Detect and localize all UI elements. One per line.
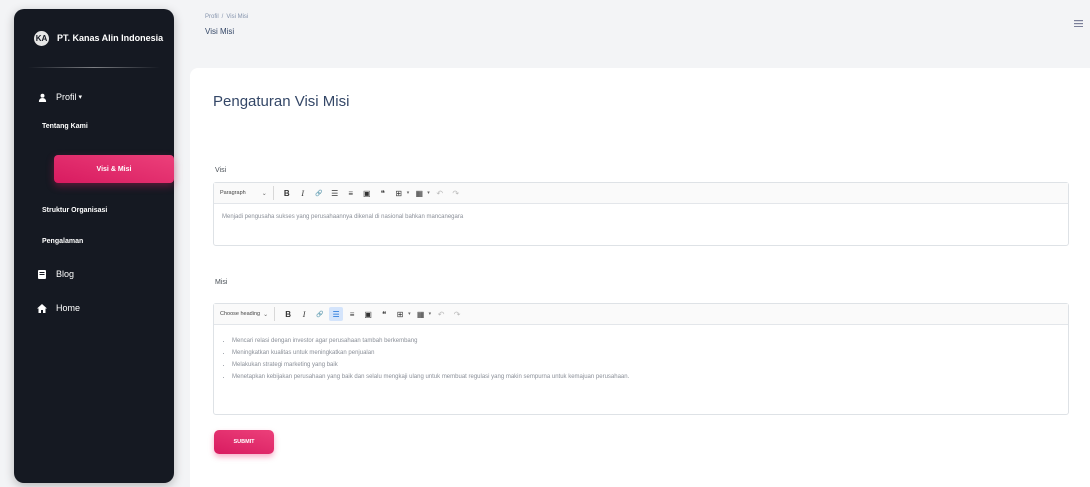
heading-select-value: Paragraph — [220, 190, 246, 196]
link-icon[interactable]: 🔗 — [312, 186, 326, 200]
chevron-down-icon: ⌄ — [261, 190, 267, 197]
breadcrumb-item-profil[interactable]: Profil — [205, 14, 219, 20]
undo-icon[interactable]: ↶ — [433, 186, 447, 200]
table-icon[interactable]: ⊞ — [393, 307, 407, 321]
breadcrumb: Profil / Visi Misi — [205, 14, 248, 20]
menu-icon[interactable] — [1074, 20, 1083, 29]
redo-icon[interactable]: ↷ — [450, 307, 464, 321]
chevron-down-icon: ▾ — [428, 311, 432, 317]
sidebar-subitem-visi-misi[interactable]: Visi & Misi — [54, 155, 174, 183]
sidebar: KA PT. Kanas Alin Indonesia Profil ▾ Ten… — [14, 9, 174, 483]
sidebar-subitem-label: Visi & Misi — [96, 165, 132, 173]
redo-icon[interactable]: ↷ — [449, 186, 463, 200]
table-icon[interactable]: ⊞ — [392, 186, 406, 200]
visi-content[interactable]: Menjadi pengusaha sukses yang perusahaan… — [214, 204, 1068, 230]
sidebar-item-label: Home — [56, 303, 81, 313]
numbered-list-icon[interactable]: ≡ — [344, 186, 358, 200]
sidebar-subitem-struktur-organisasi[interactable]: Struktur Organisasi — [42, 207, 107, 214]
brand-name: PT. Kanas Alin Indonesia — [57, 33, 164, 43]
toolbar-separator — [272, 186, 274, 200]
bold-button[interactable]: B — [281, 307, 295, 321]
list-item: Melakukan strategi marketing yang baik — [232, 359, 1060, 371]
list-item: Meningkatkan kualitas untuk meningkatkan… — [232, 347, 1060, 359]
list-item: Menetapkan kebijakan perusahaan yang bai… — [232, 371, 1060, 383]
sidebar-subitem-tentang-kami[interactable]: Tentang Kami — [42, 123, 88, 130]
italic-button[interactable]: I — [297, 307, 311, 321]
brand[interactable]: KA PT. Kanas Alin Indonesia — [14, 9, 174, 67]
undo-icon[interactable]: ↶ — [434, 307, 448, 321]
toolbar-separator — [274, 307, 276, 321]
image-icon[interactable]: ▣ — [361, 307, 375, 321]
misi-content[interactable]: Mencari relasi dengan investor agar peru… — [214, 325, 1068, 393]
user-icon — [36, 93, 48, 102]
quote-icon[interactable]: ❝ — [377, 307, 391, 321]
bulleted-list-icon[interactable]: ☰ — [329, 307, 344, 321]
home-icon — [36, 303, 48, 313]
italic-button[interactable]: I — [296, 186, 310, 200]
quote-icon[interactable]: ❝ — [376, 186, 390, 200]
card-title: Pengaturan Visi Misi — [213, 93, 350, 110]
visi-misi-card: Pengaturan Visi Misi Visi Paragraph ⌄ B … — [190, 68, 1090, 487]
misi-editor: Choose heading ⌄ B I 🔗 ☰ ≡ ▣ ❝ ⊞ ▾ ▦ ▾ ↶… — [213, 303, 1069, 415]
breadcrumb-separator: / — [221, 14, 224, 20]
visi-editor: Paragraph ⌄ B I 🔗 ☰ ≡ ▣ ❝ ⊞ ▾ ▦ ▾ ↶ ↷ Me… — [213, 182, 1069, 246]
sidebar-item-label: Blog — [56, 269, 75, 279]
visi-label: Visi — [215, 167, 227, 174]
numbered-list-icon[interactable]: ≡ — [345, 307, 359, 321]
media-icon[interactable]: ▦ — [414, 307, 428, 321]
editor-toolbar: Choose heading ⌄ B I 🔗 ☰ ≡ ▣ ❝ ⊞ ▾ ▦ ▾ ↶… — [214, 304, 1068, 325]
page-title: Visi Misi — [205, 27, 235, 36]
chevron-down-icon: ▾ — [408, 311, 411, 317]
chevron-down-icon: ▾ — [78, 94, 83, 101]
bulleted-list-icon[interactable]: ☰ — [328, 186, 342, 200]
image-icon[interactable]: ▣ — [360, 186, 374, 200]
misi-list: Mencari relasi dengan investor agar peru… — [222, 335, 1060, 383]
sidebar-item-profil[interactable]: Profil ▾ — [14, 84, 196, 110]
heading-select-value: Choose heading — [220, 311, 261, 317]
breadcrumb-item-current: Visi Misi — [226, 14, 249, 20]
sidebar-item-home[interactable]: Home — [14, 295, 196, 321]
sidebar-item-blog[interactable]: Blog — [14, 261, 196, 287]
heading-select[interactable]: Choose heading ⌄ — [220, 311, 268, 318]
media-icon[interactable]: ▦ — [412, 186, 426, 200]
list-item: Mencari relasi dengan investor agar peru… — [232, 335, 1060, 347]
link-icon[interactable]: 🔗 — [313, 307, 327, 321]
sidebar-subitem-pengalaman[interactable]: Pengalaman — [42, 238, 83, 245]
sidebar-divider — [28, 67, 160, 68]
chevron-down-icon: ⌄ — [263, 311, 269, 318]
chevron-down-icon: ▾ — [427, 190, 430, 196]
editor-toolbar: Paragraph ⌄ B I 🔗 ☰ ≡ ▣ ❝ ⊞ ▾ ▦ ▾ ↶ ↷ — [214, 183, 1068, 204]
heading-select[interactable]: Paragraph ⌄ — [220, 190, 267, 197]
submit-button[interactable]: SUBMIT — [214, 430, 274, 454]
brand-logo: KA — [34, 30, 49, 46]
misi-label: Misi — [215, 279, 228, 286]
chevron-down-icon: ▾ — [406, 190, 410, 196]
blog-icon — [36, 269, 48, 279]
sidebar-item-label: Profil — [56, 92, 77, 102]
bold-button[interactable]: B — [280, 186, 294, 200]
